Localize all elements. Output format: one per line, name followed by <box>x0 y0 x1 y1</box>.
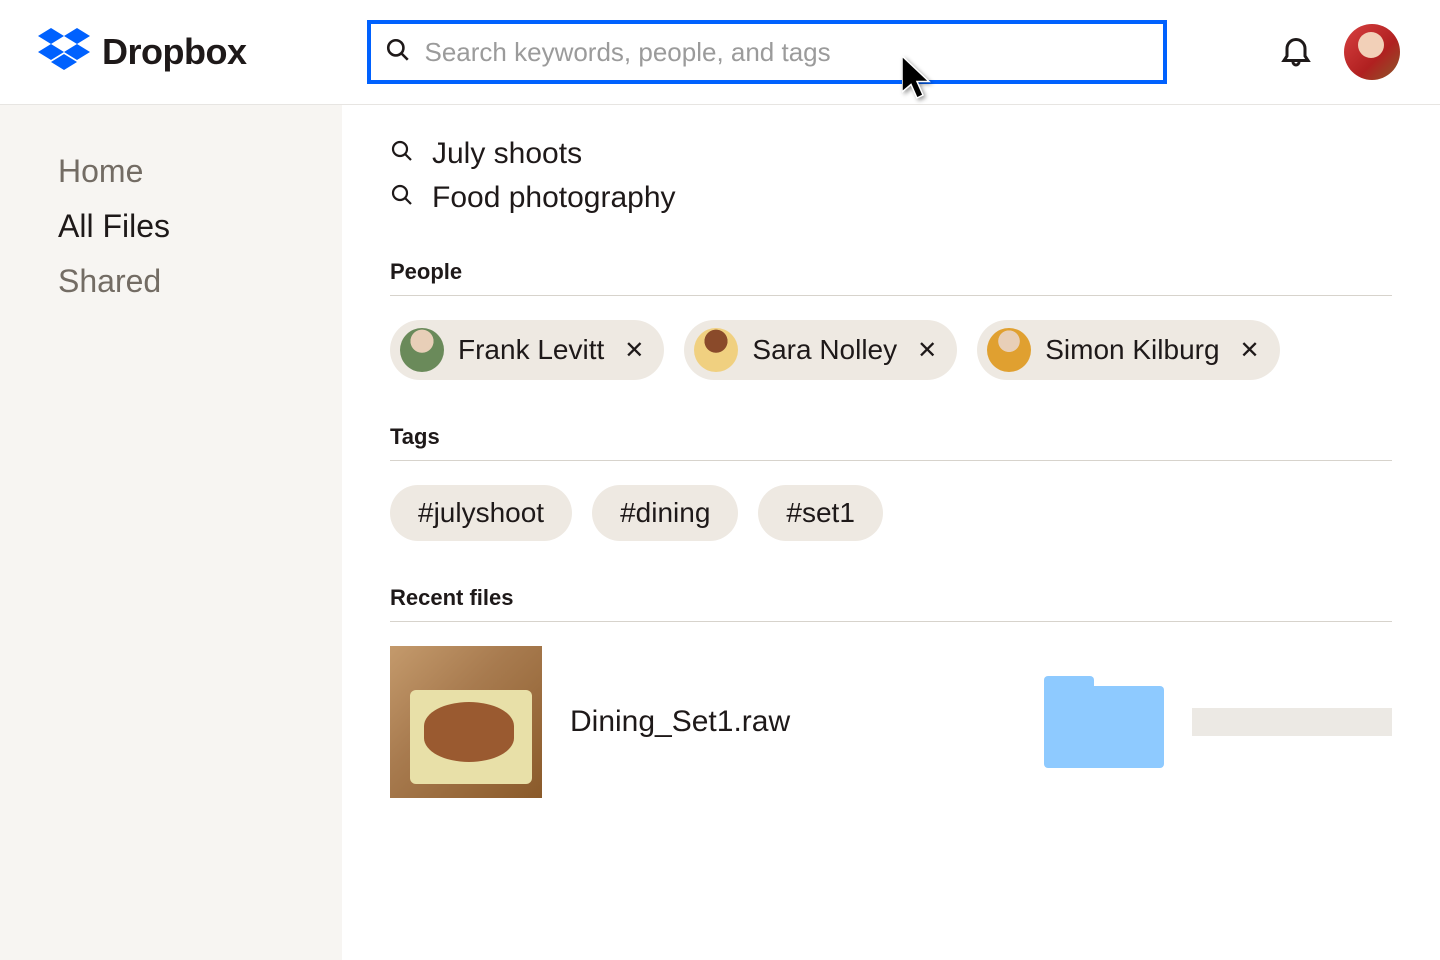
recent-files-row: Dining_Set1.raw <box>390 646 1392 798</box>
sidebar-item-label: All Files <box>58 208 170 244</box>
tag-label: #julyshoot <box>418 497 544 529</box>
main-content: July shoots Food photography People Fran… <box>342 105 1440 960</box>
person-chip-frank-levitt[interactable]: Frank Levitt ✕ <box>390 320 664 380</box>
close-icon[interactable]: ✕ <box>917 336 937 365</box>
tag-chip-julyshoot[interactable]: #julyshoot <box>390 485 572 541</box>
sidebar-item-home[interactable]: Home <box>58 153 342 190</box>
search-input[interactable] <box>425 37 1149 68</box>
sidebar: Home All Files Shared <box>0 105 342 960</box>
search-container <box>367 20 1167 84</box>
search-icon <box>390 137 414 171</box>
brand-name: Dropbox <box>102 31 247 73</box>
person-name: Sara Nolley <box>752 334 897 366</box>
people-section-title: People <box>390 259 1392 296</box>
close-icon[interactable]: ✕ <box>624 336 644 365</box>
sidebar-item-label: Home <box>58 153 143 189</box>
suggestion-label: July shoots <box>432 137 582 171</box>
folder-icon[interactable] <box>1044 676 1164 768</box>
file-placeholder <box>1192 708 1392 736</box>
file-thumbnail[interactable] <box>390 646 542 798</box>
tag-chips: #julyshoot #dining #set1 <box>390 485 1392 541</box>
recent-section-title: Recent files <box>390 585 1392 622</box>
close-icon[interactable]: ✕ <box>1240 336 1260 365</box>
brand-logo[interactable]: Dropbox <box>38 28 247 77</box>
dropbox-icon <box>38 28 90 77</box>
header: Dropbox <box>0 0 1440 105</box>
tag-chip-dining[interactable]: #dining <box>592 485 738 541</box>
sidebar-item-shared[interactable]: Shared <box>58 263 342 300</box>
search-suggestion[interactable]: July shoots <box>390 137 1392 171</box>
search-box[interactable] <box>367 20 1167 84</box>
search-icon <box>385 37 411 68</box>
tag-label: #set1 <box>786 497 855 529</box>
sidebar-item-all-files[interactable]: All Files <box>58 208 342 245</box>
avatar <box>694 328 738 372</box>
search-suggestion[interactable]: Food photography <box>390 181 1392 215</box>
search-icon <box>390 181 414 215</box>
header-actions <box>1278 24 1400 80</box>
person-name: Frank Levitt <box>458 334 604 366</box>
suggestion-label: Food photography <box>432 181 676 215</box>
tags-section-title: Tags <box>390 424 1392 461</box>
tag-label: #dining <box>620 497 710 529</box>
file-name[interactable]: Dining_Set1.raw <box>570 705 1016 739</box>
tag-chip-set1[interactable]: #set1 <box>758 485 883 541</box>
body: Home All Files Shared July shoots Food p… <box>0 105 1440 960</box>
bell-icon[interactable] <box>1278 32 1314 73</box>
user-avatar[interactable] <box>1344 24 1400 80</box>
people-chips: Frank Levitt ✕ Sara Nolley ✕ Simon Kilbu… <box>390 320 1392 380</box>
avatar <box>400 328 444 372</box>
person-chip-sara-nolley[interactable]: Sara Nolley ✕ <box>684 320 957 380</box>
sidebar-item-label: Shared <box>58 263 161 299</box>
person-name: Simon Kilburg <box>1045 334 1219 366</box>
person-chip-simon-kilburg[interactable]: Simon Kilburg ✕ <box>977 320 1279 380</box>
avatar <box>987 328 1031 372</box>
